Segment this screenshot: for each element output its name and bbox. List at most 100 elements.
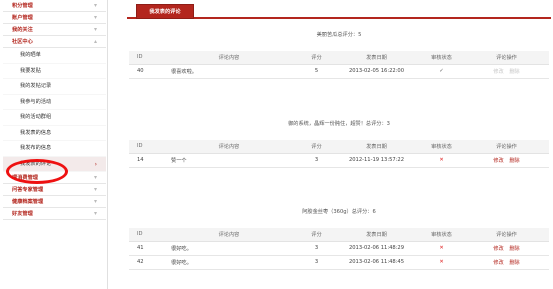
- chevron-down-icon: ▾: [93, 210, 97, 217]
- modify-link[interactable]: 修改: [493, 246, 503, 252]
- column-header: 评论内容: [159, 140, 299, 154]
- sidebar-item-label: 我的活动群组: [20, 114, 52, 120]
- column-header: 评分: [299, 228, 334, 242]
- comment-score: 5: [299, 64, 334, 79]
- chevron-down-icon: ▾: [93, 26, 97, 33]
- comment-id: 41: [129, 241, 159, 256]
- product-rating-caption: 御的系统，晶辉一份肫住，超赞！总评分：3: [288, 121, 390, 127]
- sidebar-section-label: 社区中心: [12, 39, 33, 45]
- comment-score: 3: [299, 241, 334, 256]
- column-header: ID: [129, 228, 159, 242]
- column-header: 评分: [299, 51, 334, 65]
- sidebar-item-label: 我参与的活动: [20, 98, 52, 105]
- column-header: 评论内容: [159, 51, 299, 65]
- chevron-down-icon: ▾: [93, 198, 97, 205]
- rejected-x-icon: ✕: [419, 255, 464, 270]
- modify-link[interactable]: 修改: [493, 260, 503, 266]
- column-header: 审核状态: [419, 140, 464, 154]
- delete-link[interactable]: 删除: [509, 246, 519, 252]
- page-root: 积分管理 ▾ 账户管理 ▾ 我的关注 ▾ 社区中心 ▴ 我的晒单 我要发贴 我的…: [0, 0, 553, 289]
- comment-actions: 修改 删除: [464, 64, 549, 79]
- chevron-up-icon: ▴: [93, 38, 97, 45]
- column-header: 评分: [299, 140, 334, 154]
- column-header: ID: [129, 140, 159, 154]
- sidebar-section-label: 好友管理: [12, 211, 33, 217]
- sidebar-section-qa-expert[interactable]: 问答专家管理 ▾: [3, 184, 106, 196]
- sidebar-item-label: 我发表的信息: [20, 129, 52, 136]
- vertical-divider: [107, 0, 108, 289]
- sidebar-item-label: 我的发帖记录: [20, 83, 52, 89]
- table-header-row: ID 评论内容 评分 发表日期 审核状态 评论操作: [129, 51, 549, 65]
- column-header: 审核状态: [419, 51, 464, 65]
- sidebar-section-community[interactable]: 社区中心 ▴: [3, 36, 106, 48]
- modify-link[interactable]: 修改: [493, 69, 503, 75]
- tab-my-comments[interactable]: 我发表的评论: [136, 4, 194, 19]
- comment-actions: 修改 删除: [464, 153, 549, 168]
- tab-bar: 我发表的评论: [127, 4, 551, 19]
- sidebar-item-published-info[interactable]: 我发布的信息: [3, 141, 106, 157]
- sidebar-item-my-showorder[interactable]: 我的晒单: [3, 48, 106, 64]
- comment-id: 42: [129, 255, 159, 270]
- sidebar-item-post-history[interactable]: 我的发帖记录: [3, 79, 106, 95]
- table-row: 42 很好吃。 3 2013-02-06 11:48:45 ✕ 修改 删除: [129, 255, 549, 270]
- table-header-row: ID 评论内容 评分 发表日期 审核状态 评论操作: [129, 228, 549, 242]
- delete-link[interactable]: 删除: [509, 260, 519, 266]
- comment-score: 3: [299, 255, 334, 270]
- product-rating-caption: 阿胶金丝枣（360g）总评分：6: [302, 209, 376, 215]
- sidebar-section-label: 账户管理: [12, 15, 33, 21]
- comments-table: ID 评论内容 评分 发表日期 审核状态 评论操作 40 很喜欢啦。 5 201…: [129, 51, 549, 79]
- table-row: 14 赞一个 3 2012-11-19 13:57:22 ✕ 修改 删除: [129, 153, 549, 168]
- product-rating-caption: 美丽苦瓜总评分：5: [316, 32, 362, 38]
- comment-id: 14: [129, 153, 159, 168]
- delete-link[interactable]: 删除: [509, 158, 519, 164]
- comments-table: ID 评论内容 评分 发表日期 审核状态 评论操作 14 赞一个 3 2012-…: [129, 140, 549, 168]
- sidebar-item-joined-events[interactable]: 我参与的活动: [3, 95, 106, 110]
- table-header-row: ID 评论内容 评分 发表日期 审核状态 评论操作: [129, 140, 549, 154]
- sidebar-item-new-post[interactable]: 我要发贴: [3, 64, 106, 79]
- comment-date: 2013-02-05 16:22:00: [334, 64, 419, 79]
- comment-date: 2012-11-19 13:57:22: [334, 153, 419, 168]
- column-header: ID: [129, 51, 159, 65]
- chevron-down-icon: ▾: [93, 186, 97, 193]
- column-header: 发表日期: [334, 228, 419, 242]
- rejected-x-icon: ✕: [419, 153, 464, 168]
- sidebar-item-event-groups[interactable]: 我的活动群组: [3, 110, 106, 126]
- sidebar-item-label: 我的晒单: [20, 52, 41, 58]
- modify-link[interactable]: 修改: [493, 158, 503, 164]
- sidebar-section-account[interactable]: 账户管理 ▾: [3, 12, 106, 24]
- rejected-x-icon: ✕: [419, 241, 464, 256]
- comment-content: 很喜欢啦。: [159, 64, 299, 79]
- sidebar-item-label: 我发布的信息: [20, 145, 52, 151]
- approved-check-icon: ✓: [419, 64, 464, 79]
- table-row: 41 很好吃。 3 2013-02-06 11:48:29 ✕ 修改 删除: [129, 241, 549, 256]
- highlight-circle-annotation: [6, 159, 68, 184]
- sidebar-section-follow[interactable]: 我的关注 ▾: [3, 24, 106, 36]
- comment-content: 很好吃。: [159, 241, 299, 256]
- column-header: 发表日期: [334, 51, 419, 65]
- column-header: 发表日期: [334, 140, 419, 154]
- column-header: 评论内容: [159, 228, 299, 242]
- sidebar-item-label: 我要发贴: [20, 67, 41, 74]
- delete-link[interactable]: 删除: [509, 69, 519, 75]
- comment-score: 3: [299, 153, 334, 168]
- sidebar-section-label: 积分管理: [12, 3, 33, 9]
- column-header: 评论操作: [464, 140, 549, 154]
- chevron-down-icon: ▾: [93, 174, 97, 181]
- sidebar-section-points[interactable]: 积分管理 ▾: [3, 0, 106, 12]
- column-header: 评论操作: [464, 228, 549, 242]
- sidebar-section-friends[interactable]: 好友管理 ▾: [3, 208, 106, 220]
- comment-id: 40: [129, 64, 159, 79]
- comment-actions: 修改 删除: [464, 255, 549, 270]
- sidebar-section-label: 我的关注: [12, 27, 33, 33]
- sidebar-section-health-records[interactable]: 健康档案管理 ▾: [3, 196, 106, 208]
- chevron-down-icon: ▾: [93, 14, 97, 21]
- column-header: 审核状态: [419, 228, 464, 242]
- comment-date: 2013-02-06 11:48:29: [334, 241, 419, 256]
- comment-content: 很好吃。: [159, 255, 299, 270]
- sidebar: 积分管理 ▾ 账户管理 ▾ 我的关注 ▾ 社区中心 ▴ 我的晒单 我要发贴 我的…: [3, 0, 106, 289]
- chevron-down-icon: ▾: [93, 2, 97, 9]
- column-header: 评论操作: [464, 51, 549, 65]
- comment-date: 2013-02-06 11:48:45: [334, 255, 419, 270]
- sidebar-item-my-messages[interactable]: 我发表的信息: [3, 126, 106, 141]
- chevron-right-icon: ›: [94, 160, 97, 168]
